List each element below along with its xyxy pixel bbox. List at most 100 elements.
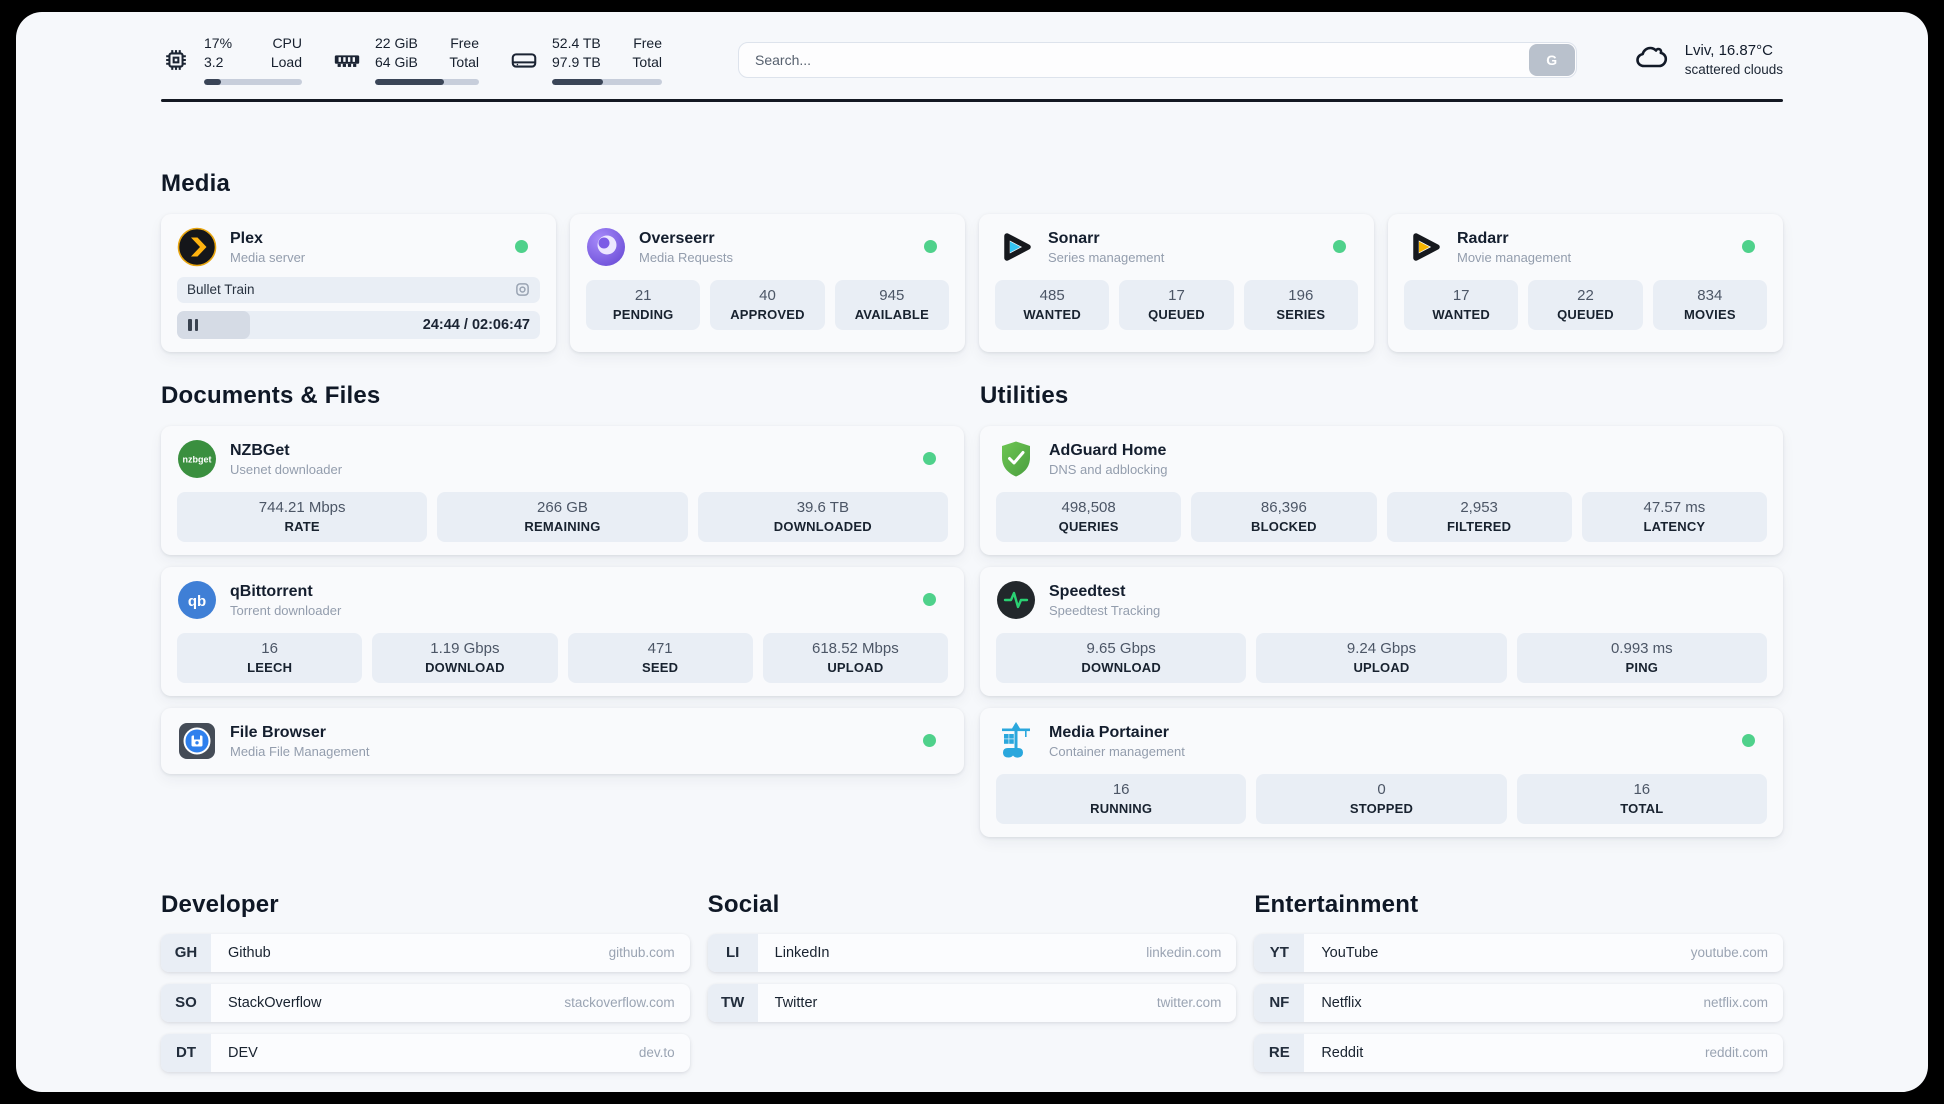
stat-blocked: 86,396 BLOCKED bbox=[1191, 491, 1377, 542]
now-playing-title: Bullet Train bbox=[187, 282, 255, 297]
top-bar: 17% 3.2 CPU Load 22 GiB 64 GiB Free Tota… bbox=[161, 34, 1783, 85]
svg-text:qb: qb bbox=[188, 593, 206, 610]
app-desc: Media server bbox=[230, 249, 306, 265]
portainer-crane-icon bbox=[996, 721, 1036, 761]
app-desc: Container management bbox=[1049, 743, 1185, 759]
status-online-dot bbox=[1742, 240, 1755, 253]
memory-progress-bar bbox=[375, 79, 479, 85]
cpu-usage-value: 17% bbox=[204, 35, 233, 51]
stat-ping: 0.993 ms PING bbox=[1516, 632, 1767, 683]
stat-approved: 40 APPROVED bbox=[710, 279, 825, 330]
stat-seed: 471 SEED bbox=[567, 632, 753, 683]
weather-condition: scattered clouds bbox=[1684, 61, 1783, 77]
bookmark-name: Netflix bbox=[1321, 994, 1362, 1011]
stat-filtered: 2,953 FILTERED bbox=[1386, 491, 1572, 542]
section-title-social: Social bbox=[707, 890, 780, 918]
cpu-chip-icon bbox=[161, 45, 191, 75]
stat-download: 1.19 Gbps DOWNLOAD bbox=[372, 632, 558, 683]
bookmark-url: linkedin.com bbox=[1146, 945, 1222, 960]
disk-widget: 52.4 TB 97.9 TB Free Total bbox=[509, 34, 662, 85]
app-card-sonarr[interactable]: Sonarr Series management 485 WANTED 17 Q… bbox=[979, 213, 1374, 352]
bookmark-abbr: LI bbox=[707, 933, 758, 972]
stat-total: 16 TOTAL bbox=[1516, 773, 1767, 824]
search-engine-button[interactable]: G bbox=[1528, 43, 1575, 76]
bookmark-name: StackOverflow bbox=[228, 994, 322, 1011]
bookmark-url: twitter.com bbox=[1156, 995, 1222, 1010]
bookmark-name: Reddit bbox=[1321, 1044, 1364, 1061]
bookmark-url: stackoverflow.com bbox=[564, 995, 675, 1010]
stat-download: 9.65 Gbps DOWNLOAD bbox=[996, 632, 1247, 683]
status-online-dot bbox=[924, 240, 937, 253]
bookmark-github[interactable]: GH Github github.com bbox=[161, 933, 690, 972]
memory-widget: 22 GiB 64 GiB Free Total bbox=[332, 34, 479, 85]
app-card-portainer[interactable]: Media Portainer Container management 16 … bbox=[980, 707, 1783, 837]
app-card-adguard[interactable]: AdGuard Home DNS and adblocking 498,508 … bbox=[980, 425, 1783, 555]
bookmark-reddit[interactable]: RE Reddit reddit.com bbox=[1254, 1033, 1783, 1072]
app-name: Plex bbox=[230, 229, 263, 247]
status-online-dot bbox=[515, 240, 528, 253]
adguard-shield-icon bbox=[996, 439, 1036, 479]
app-desc: Media Requests bbox=[639, 249, 733, 265]
cpu-widget: 17% 3.2 CPU Load bbox=[161, 34, 302, 85]
memory-total-label: Total bbox=[449, 54, 479, 70]
hard-disk-icon bbox=[509, 45, 539, 75]
playback-progress-bar: 24:44 / 02:06:47 bbox=[177, 310, 540, 339]
bookmark-url: netflix.com bbox=[1703, 995, 1768, 1010]
bookmark-name: Twitter bbox=[774, 994, 818, 1011]
memory-total-value: 64 GiB bbox=[375, 54, 418, 70]
bookmark-abbr: SO bbox=[161, 983, 211, 1022]
cpu-load-label: Load bbox=[270, 54, 302, 70]
bookmark-stackoverflow[interactable]: SO StackOverflow stackoverflow.com bbox=[161, 983, 690, 1022]
stat-remaining: 266 GB REMAINING bbox=[437, 491, 688, 542]
stat-rate: 744.21 Mbps RATE bbox=[177, 491, 428, 542]
stat-latency: 47.57 ms LATENCY bbox=[1581, 491, 1767, 542]
disk-free-label: Free bbox=[633, 35, 662, 51]
stat-wanted: 485 WANTED bbox=[995, 279, 1110, 330]
memory-free-label: Free bbox=[450, 35, 479, 51]
section-title-utilities: Utilities bbox=[980, 381, 1069, 409]
bookmark-url: github.com bbox=[608, 945, 675, 960]
app-name: NZBGet bbox=[230, 441, 290, 459]
status-online-dot bbox=[923, 734, 936, 747]
app-name: Media Portainer bbox=[1049, 723, 1170, 741]
app-card-radarr[interactable]: Radarr Movie management 17 WANTED 22 QUE… bbox=[1388, 213, 1783, 352]
app-card-overseerr[interactable]: Overseerr Media Requests 21 PENDING 40 A… bbox=[570, 213, 965, 352]
disk-total-label: Total bbox=[632, 54, 662, 70]
memory-free-value: 22 GiB bbox=[375, 35, 418, 51]
section-title-media: Media bbox=[161, 169, 231, 197]
svg-text:nzbget: nzbget bbox=[183, 454, 212, 464]
bookmark-abbr: DT bbox=[161, 1033, 211, 1072]
filebrowser-icon bbox=[177, 721, 217, 761]
header-divider bbox=[161, 99, 1783, 102]
pause-button[interactable] bbox=[177, 318, 198, 331]
app-card-nzbget[interactable]: nzbget NZBGet Usenet downloader 744.21 M… bbox=[161, 425, 964, 555]
bookmark-url: reddit.com bbox=[1704, 1045, 1768, 1060]
bookmark-abbr: TW bbox=[707, 983, 758, 1022]
stat-running: 16 RUNNING bbox=[996, 773, 1247, 824]
app-desc: Speedtest Tracking bbox=[1049, 602, 1161, 618]
bookmark-dev[interactable]: DT DEV dev.to bbox=[161, 1033, 690, 1072]
app-name: Overseerr bbox=[639, 229, 715, 247]
section-title-developer: Developer bbox=[161, 890, 279, 918]
cpu-usage-label: CPU bbox=[272, 35, 302, 51]
app-card-plex[interactable]: Plex Media server Bullet Train 24:44 / 0… bbox=[161, 213, 556, 352]
app-card-qbittorrent[interactable]: qb qBittorrent Torrent downloader 16 LEE… bbox=[161, 566, 964, 696]
bookmark-abbr: RE bbox=[1254, 1033, 1305, 1072]
app-card-filebrowser[interactable]: File Browser Media File Management bbox=[161, 707, 964, 774]
bookmark-abbr: YT bbox=[1254, 933, 1305, 972]
bookmark-url: dev.to bbox=[638, 1045, 675, 1060]
ram-icon bbox=[332, 45, 362, 75]
disk-free-value: 52.4 TB bbox=[552, 35, 601, 51]
app-name: AdGuard Home bbox=[1049, 441, 1167, 459]
radarr-icon bbox=[1404, 227, 1444, 267]
bookmark-twitter[interactable]: TW Twitter twitter.com bbox=[707, 983, 1237, 1022]
bookmark-netflix[interactable]: NF Netflix netflix.com bbox=[1254, 983, 1783, 1022]
bookmark-youtube[interactable]: YT YouTube youtube.com bbox=[1254, 933, 1783, 972]
stat-available: 945 AVAILABLE bbox=[834, 279, 949, 330]
app-card-speedtest[interactable]: Speedtest Speedtest Tracking 9.65 Gbps D… bbox=[980, 566, 1783, 696]
bookmark-linkedin[interactable]: LI LinkedIn linkedin.com bbox=[707, 933, 1237, 972]
stat-queued: 17 QUEUED bbox=[1119, 279, 1234, 330]
stat-upload: 9.24 Gbps UPLOAD bbox=[1256, 632, 1507, 683]
stat-downloaded: 39.6 TB DOWNLOADED bbox=[697, 491, 948, 542]
search-input[interactable] bbox=[738, 41, 1577, 78]
